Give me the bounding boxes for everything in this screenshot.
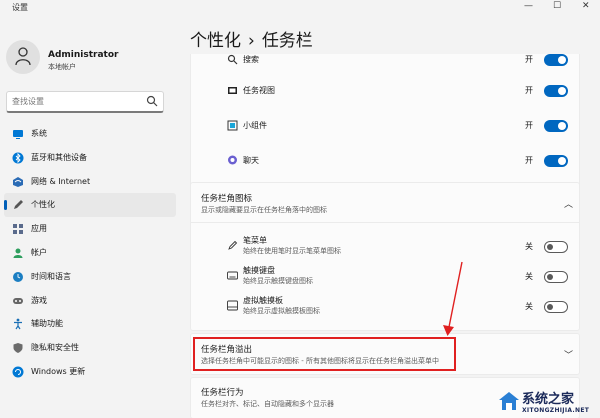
sidebar-item-label: 系统 xyxy=(31,129,47,138)
sidebar-item-label: 应用 xyxy=(31,224,47,234)
sidebar-item-label: 网络 & Internet xyxy=(31,176,91,186)
globe-clock-icon xyxy=(13,271,23,282)
sidebar-nav: 系统 蓝牙和其他设备 网络 & Internet 个性化 应用 帐户 时间和语言 xyxy=(4,122,176,384)
person-icon xyxy=(13,248,23,258)
sidebar-item-label: 蓝牙和其他设备 xyxy=(31,152,87,162)
search-box[interactable] xyxy=(6,91,164,113)
sidebar-item-label: 隐私和安全性 xyxy=(31,343,79,353)
accessibility-icon xyxy=(14,318,22,330)
watermark-brand: 系统之家 xyxy=(522,392,575,407)
sidebar-item-accessibility[interactable]: 辅助功能 xyxy=(4,312,176,336)
sidebar-item-gaming[interactable]: 游戏 xyxy=(4,289,176,313)
avatar[interactable] xyxy=(6,40,40,74)
watermark: 系统之家 XITONGZHIJIA.NET xyxy=(498,385,600,418)
sidebar-item-label: 个性化 xyxy=(31,200,55,210)
sidebar-item-label: 帐户 xyxy=(31,247,47,257)
shield-icon xyxy=(13,343,23,354)
active-indicator xyxy=(4,200,7,211)
watermark-url: XITONGZHIJIA.NET xyxy=(522,407,590,414)
user-name: Administrator xyxy=(48,50,119,60)
main-content: 个性化 › 任务栏 搜索 开 任务视图 开 小组件 开 聊天 开 任务栏角图标 显示… xyxy=(178,14,600,418)
sidebar-item-network[interactable]: 网络 & Internet xyxy=(4,170,176,194)
sidebar-item-apps[interactable]: 应用 xyxy=(4,217,176,241)
sidebar-item-system[interactable]: 系统 xyxy=(4,122,176,146)
sidebar-item-windows-update[interactable]: Windows 更新 xyxy=(4,360,176,384)
annotation-arrow xyxy=(443,261,463,336)
bluetooth-icon xyxy=(12,152,24,164)
sidebar-item-personalization[interactable]: 个性化 xyxy=(4,193,176,218)
sidebar-item-label: 辅助功能 xyxy=(31,319,63,329)
gamepad-icon xyxy=(13,297,23,304)
sidebar: Administrator 本地帐户 系统 蓝牙和其他设备 网络 & Inter… xyxy=(0,14,178,418)
network-icon xyxy=(13,176,23,187)
apps-icon xyxy=(13,224,23,235)
pen-icon xyxy=(14,200,23,210)
sidebar-item-label: 时间和语言 xyxy=(31,271,71,281)
search-icon[interactable] xyxy=(146,95,158,107)
search-input[interactable] xyxy=(12,92,142,110)
maximize-button[interactable]: ☐ xyxy=(553,1,561,11)
monitor-icon xyxy=(13,130,23,139)
sidebar-item-time-language[interactable]: 时间和语言 xyxy=(4,265,176,289)
sidebar-item-bluetooth[interactable]: 蓝牙和其他设备 xyxy=(4,146,176,170)
minimize-button[interactable]: — xyxy=(524,1,533,11)
account-type: 本地帐户 xyxy=(48,63,76,71)
person-icon xyxy=(15,47,31,66)
sidebar-item-accounts[interactable]: 帐户 xyxy=(4,241,176,265)
house-logo-icon xyxy=(499,392,519,410)
app-title: 设置 xyxy=(12,3,28,12)
close-button[interactable]: ✕ xyxy=(582,1,590,11)
title-bar: 设置 — ☐ ✕ xyxy=(0,0,600,14)
sidebar-item-privacy[interactable]: 隐私和安全性 xyxy=(4,336,176,360)
sidebar-item-label: Windows 更新 xyxy=(31,366,86,376)
update-icon xyxy=(12,366,24,378)
sidebar-item-label: 游戏 xyxy=(31,295,47,305)
